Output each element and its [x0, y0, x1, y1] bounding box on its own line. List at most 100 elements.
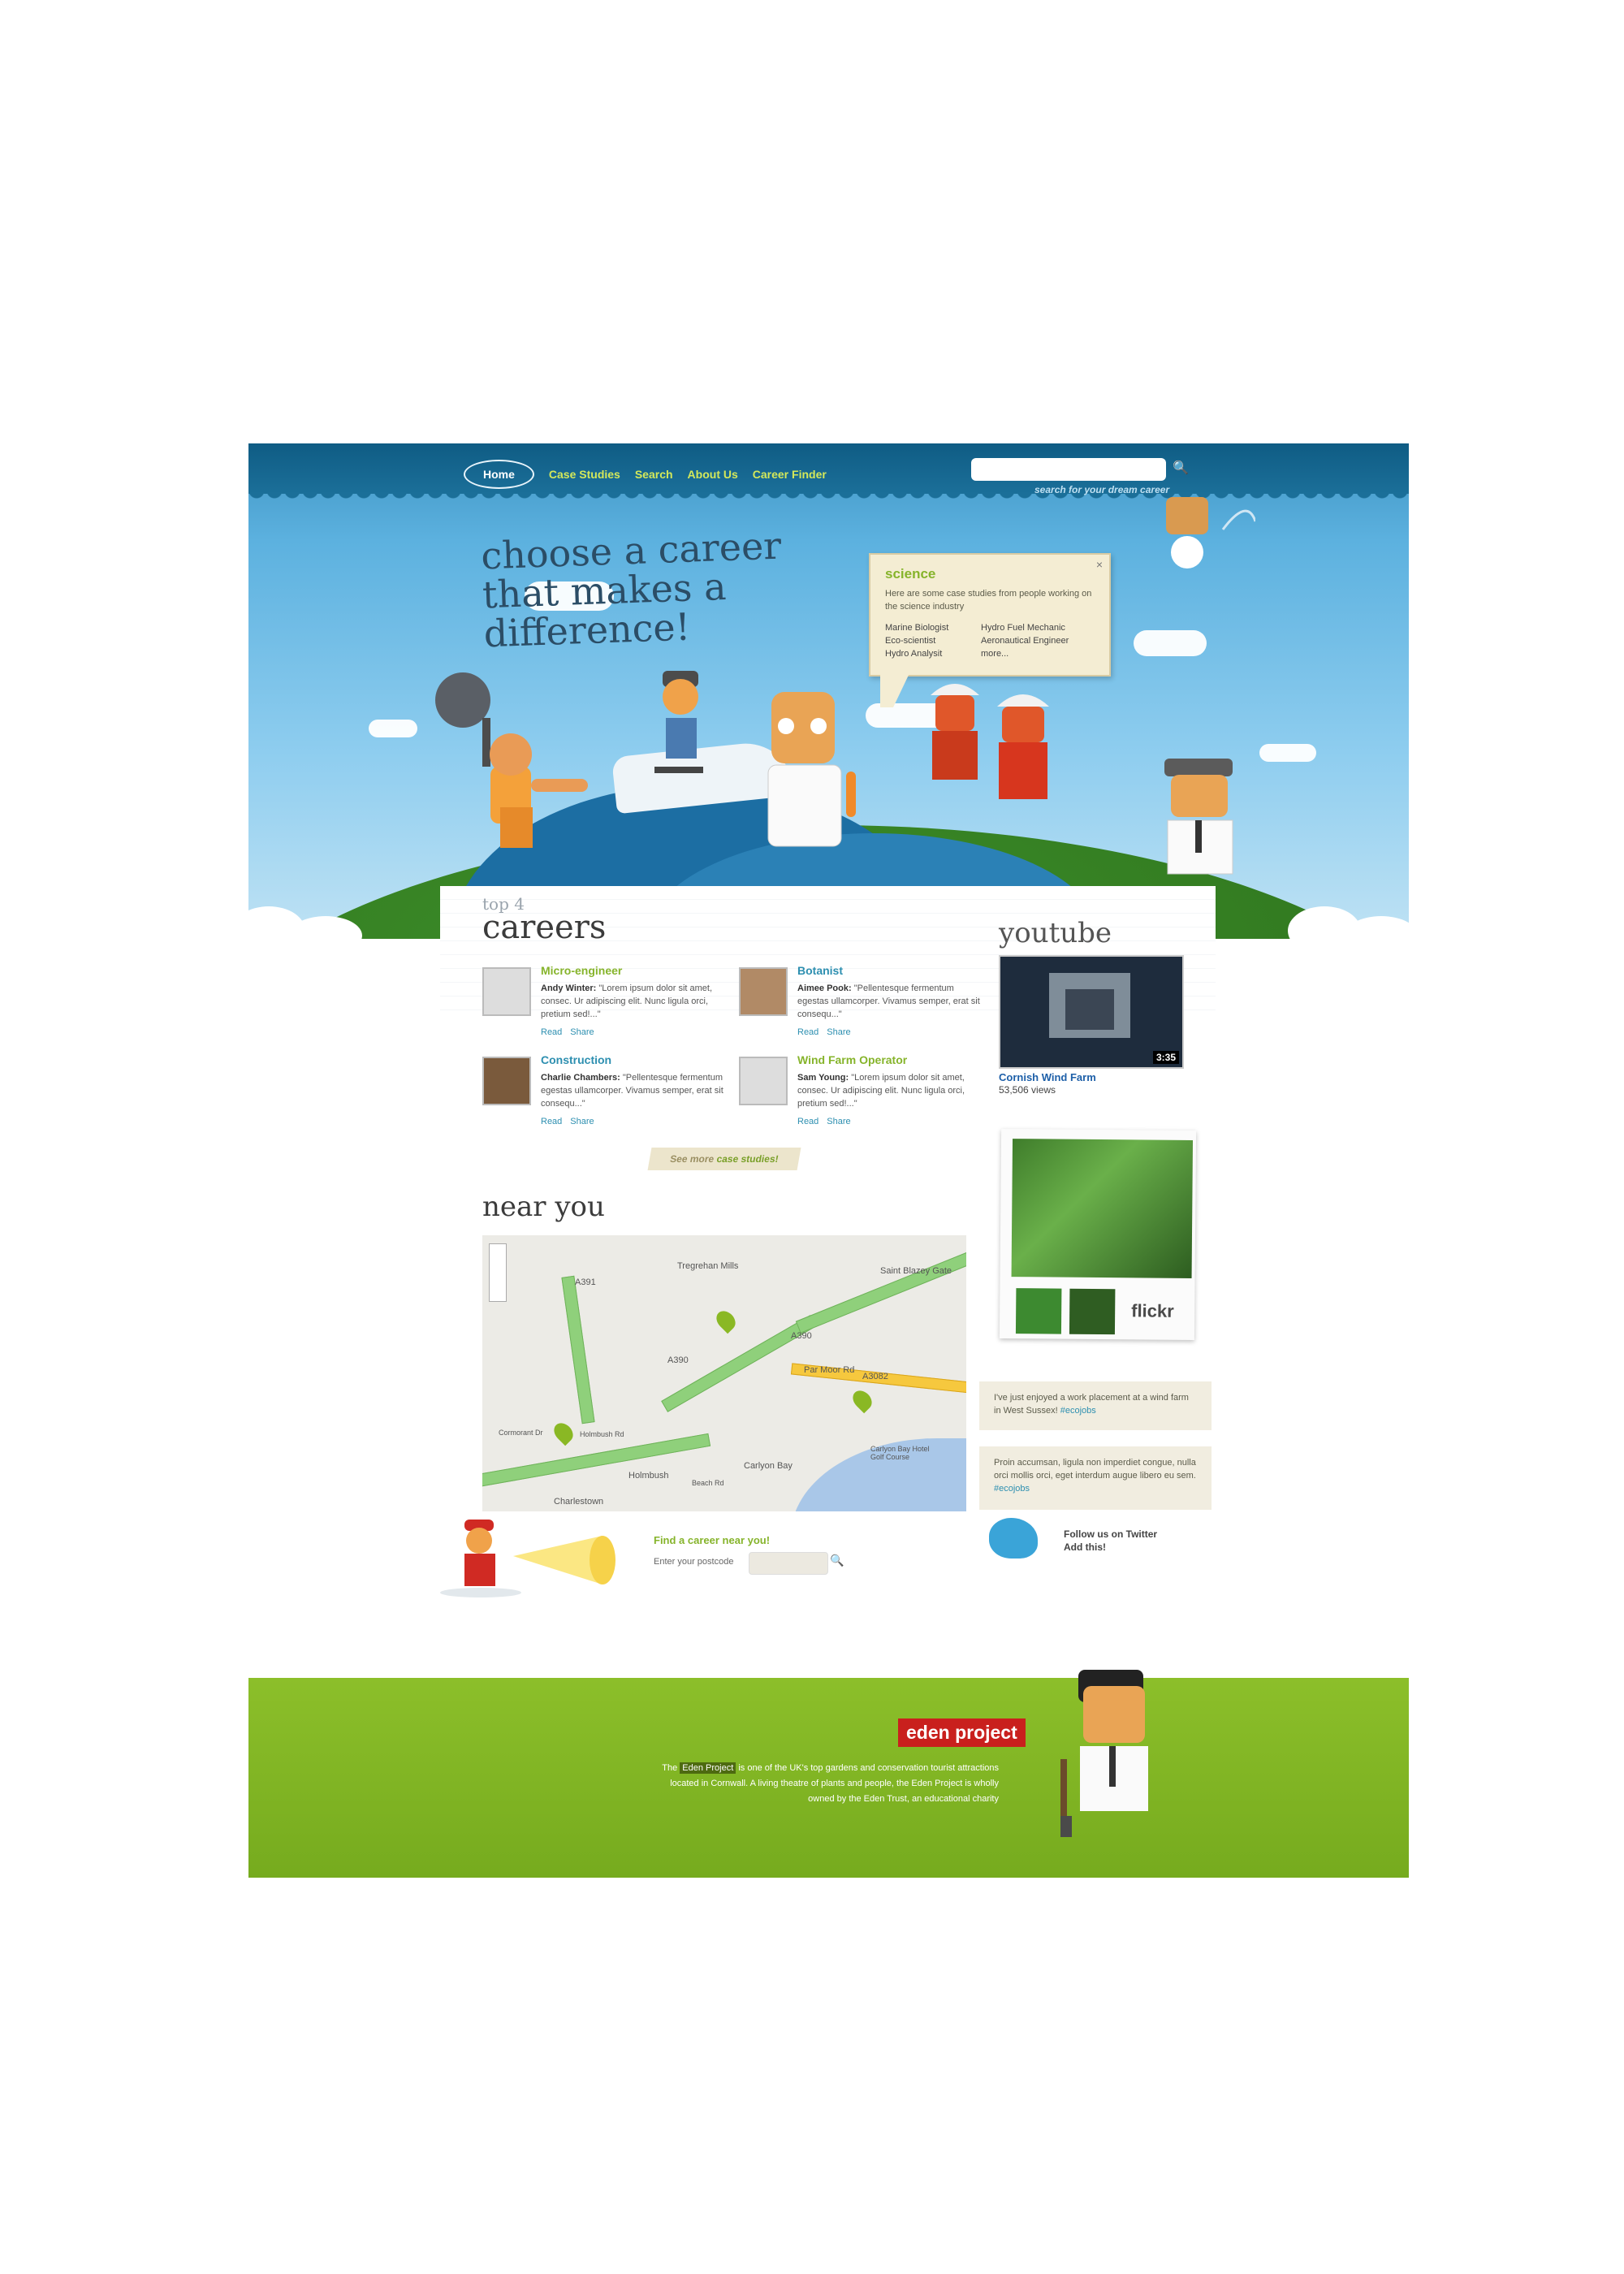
follow-twitter-link[interactable]: Follow us on Twitter [1064, 1528, 1157, 1541]
bubble-title: science [885, 566, 936, 581]
map-label: A390 [791, 1331, 812, 1341]
close-icon[interactable]: × [1096, 558, 1103, 571]
read-link[interactable]: Read [797, 1027, 818, 1037]
flickr-logo[interactable]: flickr [1131, 1300, 1174, 1321]
flickr-thumbnail[interactable] [1015, 1288, 1062, 1334]
tweet-text: Proin accumsan, ligula non imperdiet con… [994, 1458, 1196, 1481]
bubble-link[interactable]: Hydro Fuel Mechanic [981, 621, 1069, 634]
map-label: Beach Rd [692, 1479, 724, 1487]
share-link[interactable]: Share [570, 1117, 594, 1126]
content-panel: top 4 careers Micro-engineer Andy Winter… [440, 886, 1216, 1779]
career-author: Andy Winter: [541, 984, 597, 993]
career-links: Read Share [797, 1117, 859, 1126]
share-link[interactable]: Share [827, 1027, 850, 1037]
flickr-thumbnail[interactable] [1069, 1288, 1116, 1335]
map-label: Tregrehan Mills [677, 1261, 739, 1271]
bubble-link[interactable]: Hydro Analysit [885, 647, 948, 660]
flickr-widget: flickr [999, 1128, 1197, 1341]
career-quote: Aimee Pook: "Pellentesque fermentum eges… [797, 982, 981, 1021]
bubble-career-list: Hydro Fuel Mechanic Aeronautical Enginee… [981, 621, 1069, 660]
see-more-label: See more [669, 1153, 715, 1165]
see-more-case-studies-button[interactable]: See more case studies! [647, 1148, 801, 1170]
hashtag-link[interactable]: #ecojobs [994, 1484, 1030, 1494]
map-road [482, 1433, 711, 1489]
search-icon[interactable]: 🔍 [830, 1554, 844, 1567]
section-title-careers: careers [482, 909, 607, 946]
nav-search[interactable]: Search [635, 468, 673, 481]
map-pin-icon[interactable] [550, 1419, 577, 1446]
flickr-photo[interactable] [1011, 1139, 1194, 1279]
postcode-input[interactable] [749, 1552, 828, 1575]
bubble-career-list: Marine Biologist Eco-scientist Hydro Ana… [885, 621, 948, 660]
search-input[interactable] [971, 458, 1166, 481]
location-map[interactable]: Tregrehan Mills Saint Blazey Gate Par Mo… [482, 1235, 966, 1511]
career-title[interactable]: Micro-engineer [541, 964, 622, 977]
map-label: A3082 [862, 1372, 888, 1381]
eden-project-logo[interactable]: eden project [898, 1718, 1026, 1747]
engineer-character-illustration [931, 684, 979, 780]
video-duration: 3:35 [1152, 1051, 1179, 1064]
cloud [1259, 744, 1316, 762]
career-avatar [739, 967, 788, 1016]
youtube-video-thumbnail[interactable]: 3:35 [999, 955, 1184, 1069]
career-card: Construction Charlie Chambers: "Pellente… [482, 1053, 726, 1138]
hero-headline: choose a career that makes a difference! [480, 524, 785, 656]
read-link[interactable]: Read [797, 1117, 818, 1126]
read-link[interactable]: Read [541, 1117, 562, 1126]
add-this-link[interactable]: Add this! [1064, 1541, 1157, 1554]
section-title-near-you: near you [482, 1191, 605, 1223]
bubble-link[interactable]: Marine Biologist [885, 621, 948, 634]
career-title[interactable]: Botanist [797, 964, 843, 977]
footer: eden project The Eden Project is one of … [248, 1670, 1409, 1878]
career-author: Charlie Chambers: [541, 1073, 620, 1083]
career-links: Read Share [541, 1027, 603, 1037]
bubble-link[interactable]: Aeronautical Engineer [981, 634, 1069, 647]
career-links: Read Share [797, 1027, 859, 1037]
scientist-character-illustration [767, 692, 856, 847]
eden-project-link[interactable]: Eden Project [680, 1762, 736, 1774]
map-label: Carlyon Bay [744, 1461, 793, 1471]
map-label: Holmbush Rd [580, 1430, 624, 1438]
section-title-youtube: youtube [999, 917, 1112, 949]
footer-description: The Eden Project is one of the UK's top … [654, 1761, 999, 1807]
read-link[interactable]: Read [541, 1027, 562, 1037]
nav-home[interactable]: Home [464, 460, 534, 489]
career-avatar [739, 1057, 788, 1105]
strongman-character-illustration [435, 672, 588, 848]
career-avatar [482, 1057, 531, 1105]
video-title-link[interactable]: Cornish Wind Farm [999, 1071, 1096, 1083]
share-link[interactable]: Share [570, 1027, 594, 1037]
share-link[interactable]: Share [827, 1117, 850, 1126]
career-card: Botanist Aimee Pook: "Pellentesque ferme… [739, 964, 983, 1048]
see-more-label: case studies! [715, 1153, 780, 1165]
construction-worker-illustration [997, 694, 1049, 799]
map-zoom-control[interactable] [489, 1243, 507, 1302]
career-title[interactable]: Construction [541, 1053, 611, 1066]
map-pin-icon[interactable] [712, 1307, 740, 1334]
career-card: Micro-engineer Andy Winter: "Lorem ipsum… [482, 964, 726, 1048]
skater-character-illustration [654, 671, 703, 773]
career-author: Aimee Pook: [797, 984, 852, 993]
map-label: Cormorant Dr [499, 1429, 543, 1437]
nav-case-studies[interactable]: Case Studies [549, 468, 620, 481]
twitter-follow: Follow us on Twitter Add this! [1064, 1528, 1157, 1554]
cloud [1134, 630, 1207, 656]
cloud [369, 720, 417, 737]
nav-about-us[interactable]: About Us [688, 468, 738, 481]
career-quote: Charlie Chambers: "Pellentesque fermentu… [541, 1071, 724, 1110]
career-title[interactable]: Wind Farm Operator [797, 1053, 907, 1066]
search-icon[interactable]: 🔍 [1173, 460, 1190, 478]
nav-career-finder[interactable]: Career Finder [753, 468, 827, 481]
video-views: 53,506 views [999, 1084, 1056, 1096]
postcode-label: Enter your postcode [654, 1557, 734, 1567]
astronaut-character-illustration [1166, 497, 1255, 568]
map-pin-icon[interactable] [849, 1386, 876, 1414]
bubble-link[interactable]: Eco-scientist [885, 634, 948, 647]
bubble-more-link[interactable]: more... [981, 647, 1069, 660]
gardener-character-illustration [1060, 1670, 1148, 1837]
hero-banner: Home Case Studies Search About Us Career… [248, 443, 1409, 939]
hashtag-link[interactable]: #ecojobs [1060, 1406, 1096, 1416]
map-label: Par Moor Rd [804, 1365, 855, 1375]
find-career-near-you-title: Find a career near you! [654, 1534, 771, 1546]
flashlight-kid-illustration [440, 1520, 615, 1597]
